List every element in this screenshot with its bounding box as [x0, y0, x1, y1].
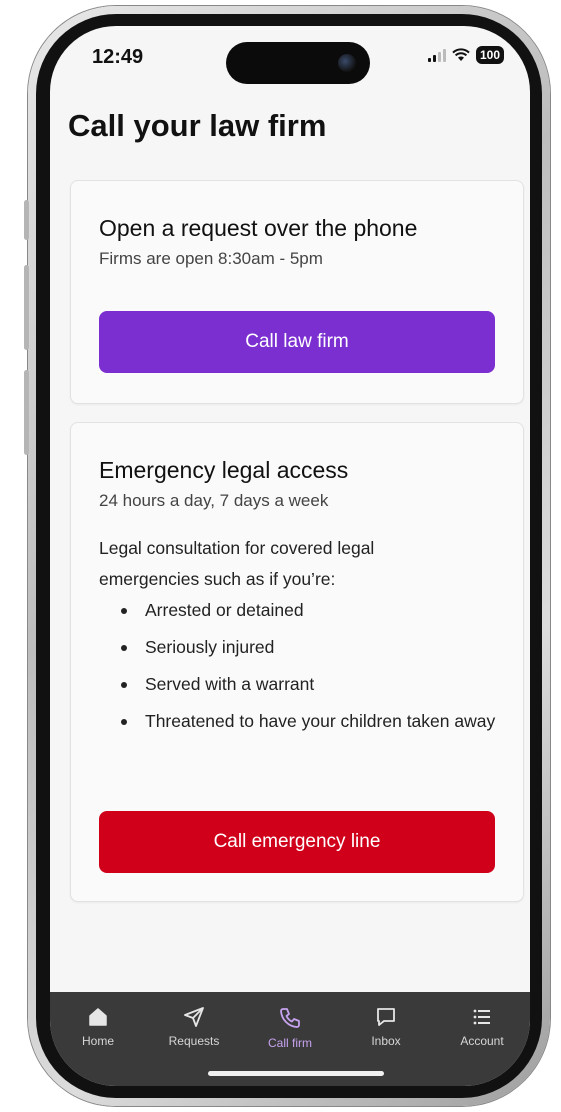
phone-side-button	[24, 370, 29, 455]
card-title: Emergency legal access	[99, 457, 349, 483]
status-bar: 12:49 100	[50, 26, 530, 86]
status-time: 12:49	[92, 46, 144, 68]
home-indicator[interactable]	[208, 1071, 384, 1076]
page-title: Call your law firm	[68, 108, 327, 143]
list-icon	[473, 1009, 490, 1025]
tab-label: Requests	[168, 1034, 220, 1048]
emergency-card: Emergency legal access 24 hours a day, 7…	[70, 422, 524, 902]
chat-icon	[377, 1008, 395, 1026]
wifi-icon	[452, 48, 470, 62]
card-title: Open a request over the phone	[99, 215, 418, 241]
list-item: Threatened to have your children taken a…	[99, 706, 499, 737]
status-indicators: 100	[427, 46, 504, 64]
list-item: Arrested or detained	[99, 595, 499, 626]
phone-icon	[280, 1008, 300, 1028]
dynamic-island	[226, 42, 370, 84]
tab-home[interactable]: Home	[58, 1006, 138, 1048]
send-icon	[184, 1007, 204, 1027]
phone-side-button	[24, 200, 29, 240]
tab-inbox[interactable]: Inbox	[346, 1006, 426, 1048]
tab-requests[interactable]: Requests	[154, 1006, 234, 1048]
list-item: Served with a warrant	[99, 669, 499, 700]
signal-icon	[427, 48, 446, 62]
tab-label: Inbox	[371, 1034, 401, 1048]
tab-label: Account	[460, 1034, 504, 1048]
phone-screen: 12:49 100 Call your law firm Open a requ…	[50, 26, 530, 1086]
battery-icon: 100	[475, 46, 504, 64]
phone-side-button	[24, 265, 29, 350]
phone-request-card: Open a request over the phone Firms are …	[70, 180, 524, 404]
tab-label: Call firm	[268, 1036, 312, 1050]
tab-bar: Home Requests Call firm Inbox Account	[50, 992, 530, 1086]
call-emergency-line-button[interactable]: Call emergency line	[99, 811, 495, 873]
home-icon	[89, 1008, 107, 1026]
tab-call-firm[interactable]: Call firm	[250, 1006, 330, 1050]
card-subtitle: 24 hours a day, 7 days a week	[99, 491, 329, 510]
camera-icon	[338, 54, 356, 72]
emergency-description: Legal consultation for covered legal eme…	[99, 538, 375, 589]
tab-label: Home	[81, 1034, 114, 1048]
tab-account[interactable]: Account	[442, 1006, 522, 1048]
emergency-list: Arrested or detained Seriously injured S…	[99, 595, 499, 743]
call-law-firm-button[interactable]: Call law firm	[99, 311, 495, 373]
card-subtitle: Firms are open 8:30am - 5pm	[99, 249, 323, 268]
list-item: Seriously injured	[99, 632, 499, 663]
